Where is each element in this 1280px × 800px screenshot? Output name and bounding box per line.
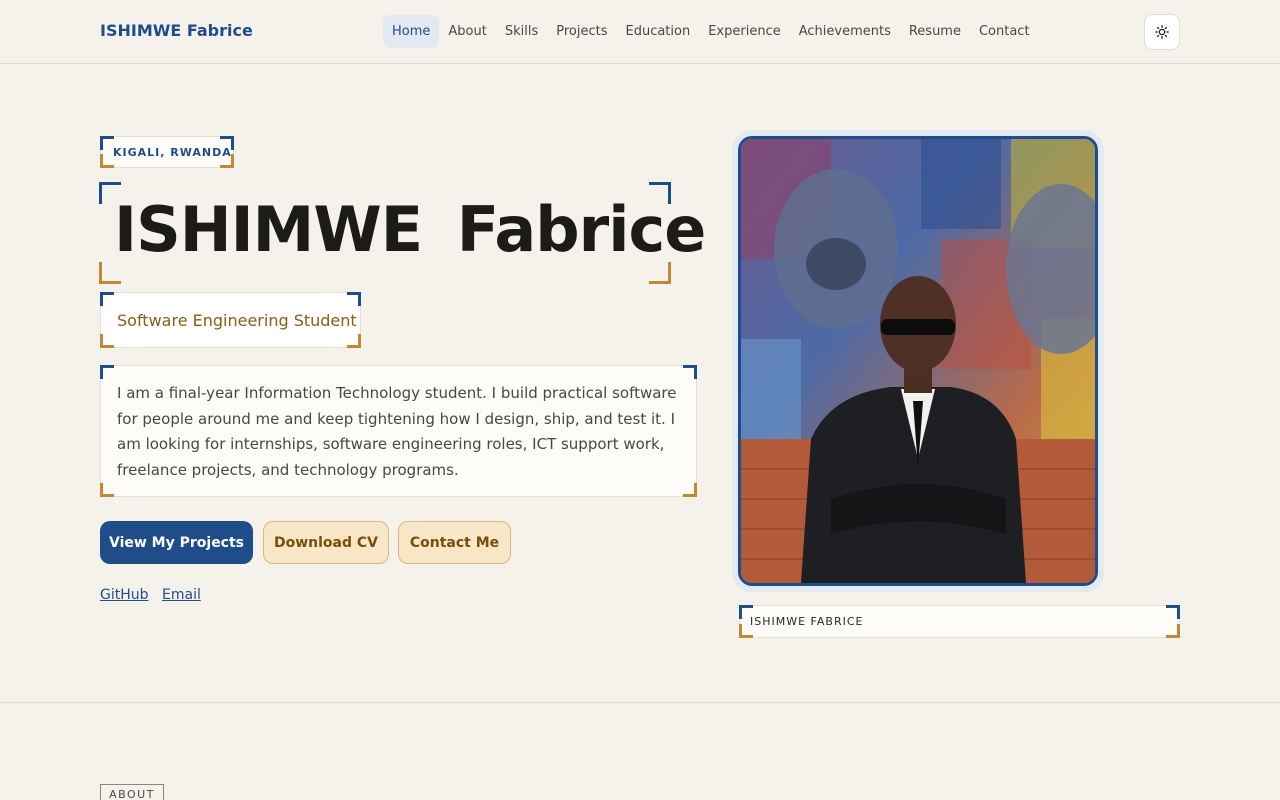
download-cv-button[interactable]: Download CV (263, 521, 389, 564)
site-header: ISHIMWE Fabrice Home About Skills Projec… (0, 0, 1280, 64)
about-section-tag: ABOUT (100, 784, 164, 800)
profile-photo (738, 136, 1098, 586)
role-text: Software Engineering Student (117, 311, 357, 330)
photo-caption-text: ISHIMWE FABRICE (750, 615, 864, 628)
view-projects-button[interactable]: View My Projects (100, 521, 253, 564)
nav-item-projects[interactable]: Projects (547, 15, 616, 48)
contact-me-button[interactable]: Contact Me (398, 521, 511, 564)
nav-item-skills[interactable]: Skills (496, 15, 547, 48)
nav-item-achievements[interactable]: Achievements (790, 15, 900, 48)
nav-item-experience[interactable]: Experience (699, 15, 790, 48)
nav-item-resume[interactable]: Resume (900, 15, 970, 48)
photo-caption: ISHIMWE FABRICE (739, 605, 1180, 638)
location-text: KIGALI, RWANDA (113, 146, 232, 159)
brand-logo[interactable]: ISHIMWE Fabrice (100, 21, 253, 40)
nav-item-contact[interactable]: Contact (970, 15, 1039, 48)
theme-toggle-button[interactable] (1144, 14, 1180, 50)
nav-item-education[interactable]: Education (616, 15, 699, 48)
bio-card: I am a final-year Information Technology… (100, 365, 697, 497)
bio-text: I am a final-year Information Technology… (117, 384, 677, 479)
nav-item-home[interactable]: Home (383, 15, 440, 48)
section-divider (0, 702, 1280, 703)
hero-name: ISHIMWE Fabrice (114, 193, 706, 266)
sun-icon (1155, 25, 1169, 39)
github-link[interactable]: GitHub (100, 587, 149, 603)
nav-item-about[interactable]: About (439, 15, 495, 48)
location-badge: KIGALI, RWANDA (100, 136, 234, 168)
main-nav: Home About Skills Projects Education Exp… (383, 15, 1039, 48)
role-badge: Software Engineering Student (100, 292, 361, 348)
name-heading-frame: ISHIMWE Fabrice (99, 182, 706, 284)
email-link[interactable]: Email (162, 587, 201, 603)
